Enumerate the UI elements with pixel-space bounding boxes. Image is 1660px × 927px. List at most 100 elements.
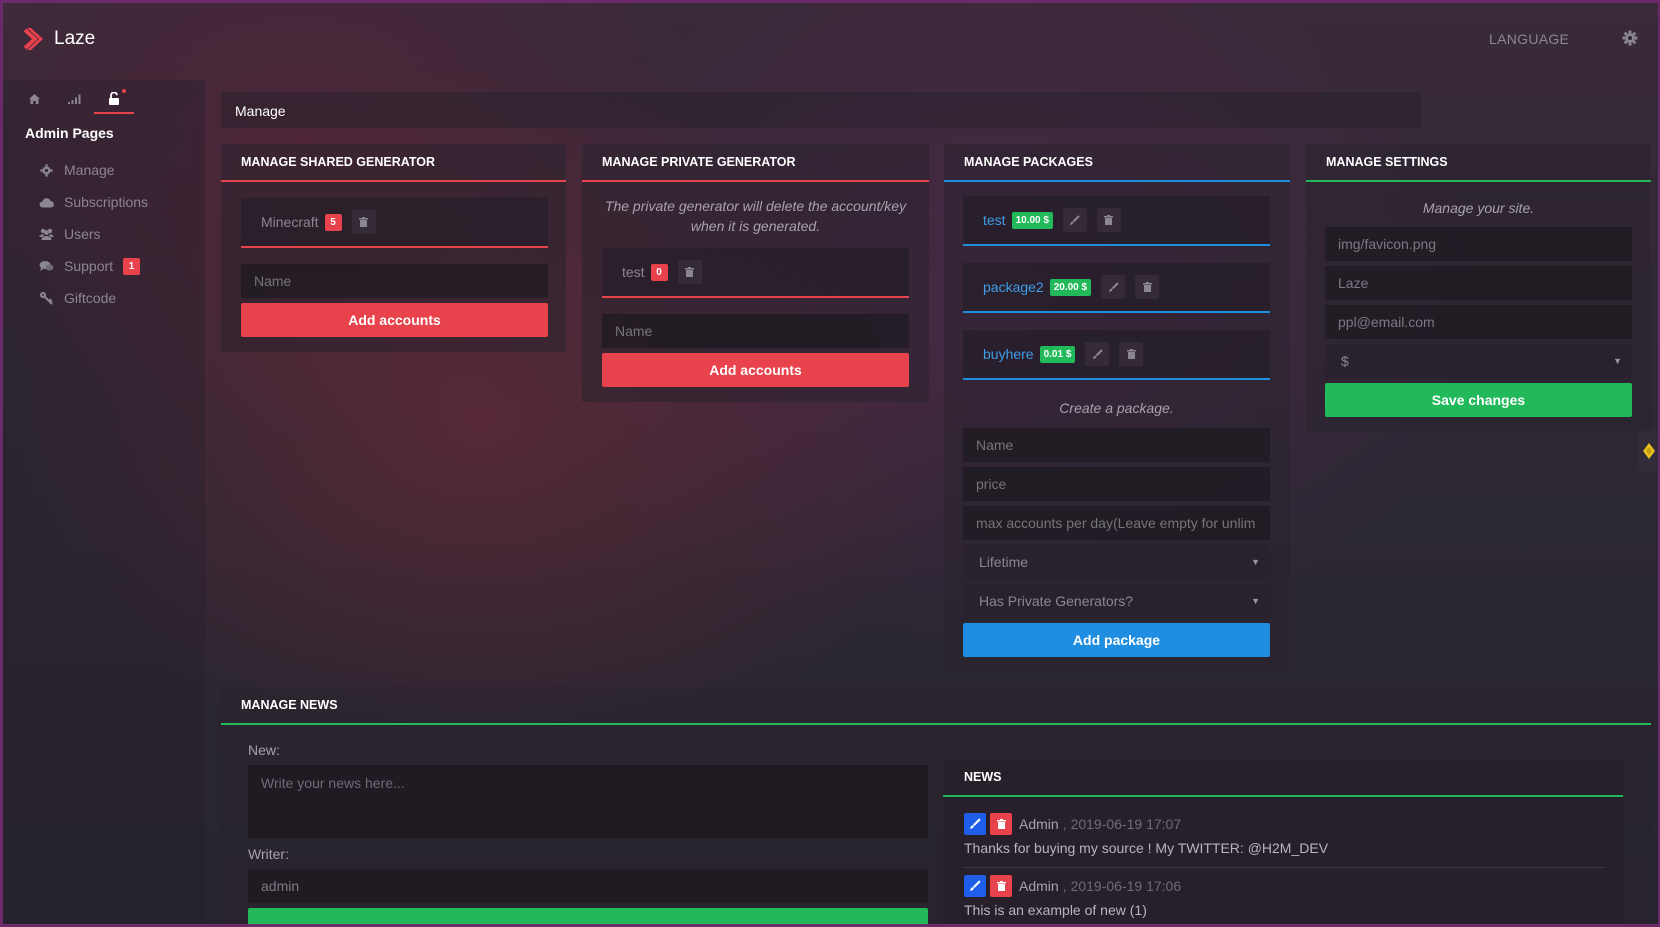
add-news-button[interactable]	[248, 908, 928, 927]
currency-select[interactable]: $ ▼	[1325, 344, 1632, 378]
sidebar-item-label: Support	[64, 258, 114, 274]
trash-icon	[996, 819, 1006, 829]
trash-icon	[1126, 349, 1136, 359]
settings-card: MANAGE SETTINGS Manage your site. img/fa…	[1306, 144, 1651, 432]
brush-icon	[1108, 281, 1119, 292]
signal-icon	[68, 94, 81, 104]
generator-item: Minecraft 5	[241, 198, 548, 248]
max-accounts-input[interactable]	[963, 506, 1270, 540]
shared-generator-card: MANAGE SHARED GENERATOR Minecraft 5 Add …	[221, 144, 566, 352]
save-changes-button[interactable]: Save changes	[1325, 383, 1632, 417]
package-name[interactable]: test	[983, 212, 1006, 228]
brush-icon	[970, 818, 981, 829]
news-date: 2019-06-19 17:06	[1070, 878, 1182, 894]
news-divider	[964, 867, 1604, 868]
duration-select-value: Lifetime	[979, 554, 1029, 570]
news-date-sep: ,	[1062, 878, 1067, 894]
edit-button[interactable]	[1101, 275, 1126, 299]
add-accounts-button[interactable]: Add accounts	[241, 303, 548, 337]
gear-icon[interactable]	[1622, 30, 1638, 46]
generator-item: test 0	[602, 248, 909, 298]
card-title: MANAGE PACKAGES	[944, 144, 1290, 182]
trash-icon	[1104, 215, 1114, 225]
tab-stats[interactable]	[54, 84, 94, 114]
package-item: package2 20.00 $	[963, 263, 1270, 313]
delete-button[interactable]	[1119, 342, 1144, 366]
news-date-sep: ,	[1062, 816, 1067, 832]
sidebar-item-users[interactable]: Users	[38, 218, 148, 250]
edit-news-button[interactable]	[964, 875, 986, 897]
price-badge: 20.00 $	[1049, 278, 1092, 296]
app-name: Laze	[54, 28, 96, 49]
private-generators-select-value: Has Private Generators?	[979, 593, 1134, 609]
language-menu[interactable]: LANGUAGE	[1489, 31, 1569, 47]
brush-icon	[1092, 348, 1103, 359]
users-icon	[38, 226, 54, 242]
sidebar-tabs	[14, 84, 134, 114]
generator-name[interactable]: Minecraft	[261, 214, 319, 230]
card-title: NEWS	[943, 759, 1623, 797]
package-price-input[interactable]	[963, 467, 1270, 501]
package-name[interactable]: package2	[983, 279, 1044, 295]
card-title: MANAGE SETTINGS	[1306, 144, 1651, 182]
logo[interactable]: Laze	[24, 26, 95, 52]
notification-dot	[122, 89, 126, 93]
private-generator-card: MANAGE PRIVATE GENERATOR The private gen…	[582, 144, 929, 402]
account-name-input[interactable]	[241, 264, 548, 298]
generator-name[interactable]: test	[622, 264, 645, 280]
stock-badge: 5	[324, 213, 342, 231]
caret-down-icon: ▼	[1251, 596, 1260, 606]
delete-news-button[interactable]	[990, 875, 1012, 897]
site-name-input[interactable]: Laze	[1325, 266, 1632, 300]
price-badge: 10.00 $	[1011, 211, 1053, 229]
edit-news-button[interactable]	[964, 813, 986, 835]
card-title: MANAGE NEWS	[221, 687, 1651, 725]
writer-input[interactable]: admin	[248, 869, 928, 903]
news-meta: Admin, 2019-06-19 17:06	[964, 875, 1604, 897]
delete-button[interactable]	[677, 260, 702, 284]
delete-news-button[interactable]	[990, 813, 1012, 835]
gear-icon	[38, 162, 54, 178]
settings-note: Manage your site.	[1422, 200, 1535, 216]
email-input[interactable]: ppl@email.com	[1325, 305, 1632, 339]
duration-select[interactable]: Lifetime ▼	[963, 545, 1270, 579]
currency-select-value: $	[1341, 353, 1349, 369]
card-title: MANAGE SHARED GENERATOR	[221, 144, 566, 182]
sidebar-item-manage[interactable]: Manage	[38, 154, 148, 186]
delete-button[interactable]	[1096, 208, 1121, 232]
news-item: Admin, 2019-06-19 17:07 Thanks for buyin…	[964, 813, 1604, 856]
add-accounts-button[interactable]: Add accounts	[602, 353, 909, 387]
sidebar-item-subscriptions[interactable]: Subscriptions	[38, 186, 148, 218]
page-title: Manage	[235, 103, 286, 119]
edit-button[interactable]	[1085, 342, 1110, 366]
package-item: buyhere 0.01 $	[963, 330, 1270, 380]
delete-button[interactable]	[1135, 275, 1160, 299]
edit-button[interactable]	[1062, 208, 1087, 232]
trash-icon	[359, 217, 369, 227]
favicon-input[interactable]: img/favicon.png	[1325, 227, 1632, 261]
package-name-input[interactable]	[963, 428, 1270, 462]
news-manage-card: MANAGE NEWS New: Write your news here...…	[221, 687, 1651, 927]
packages-card: MANAGE PACKAGES test 10.00 $ package2 20…	[944, 144, 1290, 672]
news-item: Admin, 2019-06-19 17:06 This is an examp…	[964, 875, 1604, 918]
add-package-button[interactable]: Add package	[963, 623, 1270, 657]
news-meta: Admin, 2019-06-19 17:07	[964, 813, 1604, 835]
tab-home[interactable]	[14, 84, 54, 114]
stock-badge: 0	[650, 263, 668, 281]
account-name-input[interactable]	[602, 314, 909, 348]
private-generator-note: The private generator will delete the ac…	[604, 198, 907, 234]
tab-admin[interactable]	[94, 84, 134, 114]
theme-panel-toggle[interactable]	[1638, 431, 1660, 471]
package-name[interactable]: buyhere	[983, 346, 1034, 362]
package-item: test 10.00 $	[963, 196, 1270, 246]
news-textarea[interactable]: Write your news here...	[248, 765, 928, 838]
delete-button[interactable]	[351, 210, 376, 234]
unlock-icon	[109, 91, 119, 105]
private-generators-select[interactable]: Has Private Generators? ▼	[963, 584, 1270, 618]
create-package-note: Create a package.	[1059, 400, 1174, 416]
news-author: Admin	[1019, 878, 1059, 894]
caret-down-icon: ▼	[1613, 356, 1622, 366]
sidebar-item-support[interactable]: Support 1	[38, 250, 148, 282]
sidebar-item-label: Users	[64, 226, 101, 242]
sidebar-item-giftcode[interactable]: Giftcode	[38, 282, 148, 314]
